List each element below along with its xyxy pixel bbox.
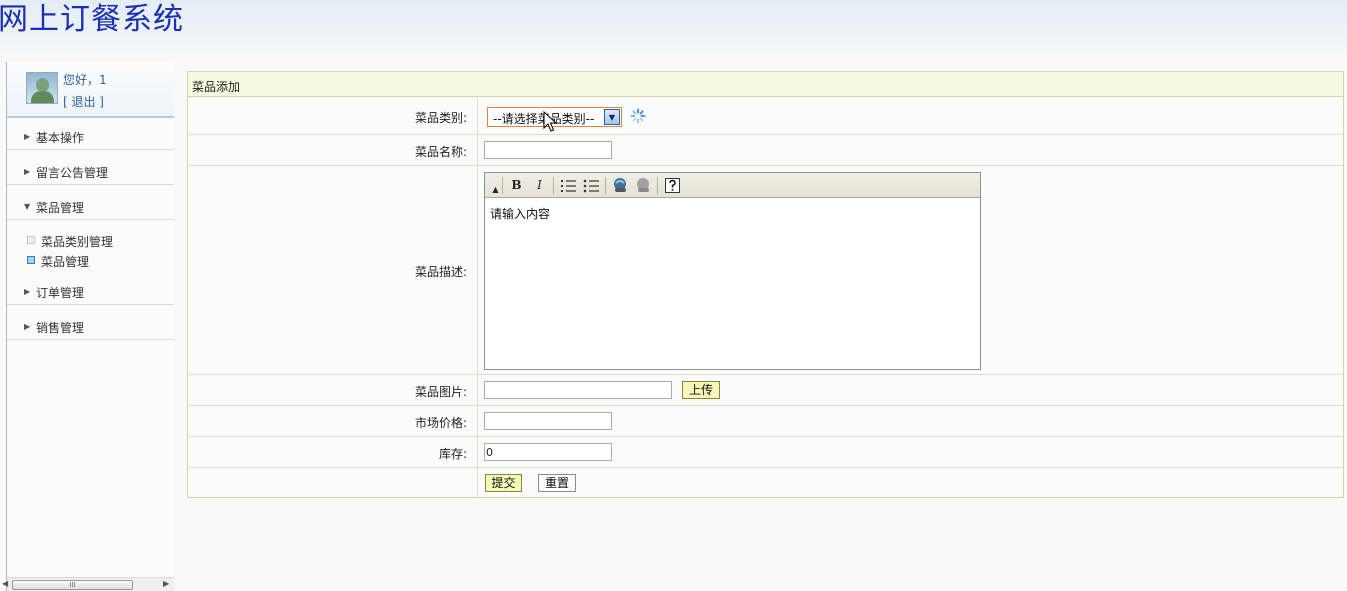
rich-text-editor[interactable]: ▲ B I 请输入内容	[484, 172, 981, 370]
stock-input[interactable]	[484, 443, 612, 461]
help-icon[interactable]	[664, 177, 681, 194]
sidebar-group-basic[interactable]: ▶ 基本操作	[7, 124, 174, 150]
scroll-right-icon[interactable]: ▶	[163, 579, 169, 588]
form-row-stock: 库存:	[188, 437, 1343, 468]
app-title: 网上订餐系统	[0, 2, 184, 37]
reset-button[interactable]: 重置	[538, 474, 576, 492]
scroll-left-icon[interactable]: ◀	[2, 579, 8, 588]
dish-add-panel: 菜品添加 菜品类别: --请选择菜品类别-- ▼ 菜品名称: 菜品描述	[187, 71, 1344, 498]
name-label: 菜品名称:	[414, 145, 467, 159]
insert-link-icon[interactable]	[612, 177, 629, 194]
avatar	[26, 72, 58, 104]
unordered-list-icon[interactable]	[583, 177, 600, 194]
editor-toolbar: ▲ B I	[485, 173, 980, 198]
upload-button[interactable]: 上传	[682, 381, 720, 399]
bullet-square-active-icon	[27, 256, 35, 264]
form-row-name: 菜品名称:	[188, 135, 1343, 166]
sidebar-group-sales[interactable]: ▶ 销售管理	[7, 314, 174, 340]
sidebar-group-orders[interactable]: ▶ 订单管理	[7, 279, 174, 305]
logout-link[interactable]: [ 退出 ]	[63, 93, 104, 110]
sidebar-item-label: 菜品类别管理	[41, 235, 114, 249]
user-box: 您好，1 [ 退出 ]	[7, 62, 174, 118]
sidebar-group-label: 留言公告管理	[36, 166, 109, 180]
sidebar-item-label: 菜品管理	[41, 255, 90, 269]
sidebar-horizontal-scrollbar[interactable]: ◀ III ▶	[2, 577, 174, 591]
caret-down-icon: ▼	[24, 202, 31, 211]
sidebar-group-label: 菜品管理	[36, 201, 85, 215]
italic-button[interactable]: I	[531, 177, 548, 194]
sidebar: 您好，1 [ 退出 ] ▶ 基本操作 ▶ 留言公告管理 ▼ 菜品管理 菜品类别管…	[2, 62, 174, 591]
panel-title: 菜品添加	[192, 80, 241, 94]
scrollbar-thumb[interactable]: III	[12, 580, 133, 590]
form-row-description: 菜品描述: ▲ B I 请输入内容	[188, 166, 1343, 375]
category-label: 菜品类别:	[414, 111, 467, 125]
dish-image-input[interactable]	[484, 381, 672, 399]
market-price-input[interactable]	[484, 412, 612, 430]
editor-content[interactable]: 请输入内容	[490, 205, 550, 222]
submit-button[interactable]: 提交	[485, 474, 522, 492]
sidebar-group-label: 销售管理	[36, 321, 85, 335]
user-greeting: 您好，1	[63, 73, 107, 87]
price-label: 市场价格:	[414, 416, 467, 430]
form-row-price: 市场价格:	[188, 406, 1343, 437]
bold-button[interactable]: B	[508, 177, 525, 194]
caret-right-icon: ▶	[24, 132, 31, 141]
form-row-actions: 提交 重置	[188, 468, 1343, 497]
chevron-down-icon[interactable]: ▼	[604, 109, 620, 125]
caret-right-icon: ▶	[24, 322, 31, 331]
sidebar-group-messages[interactable]: ▶ 留言公告管理	[7, 159, 174, 185]
caret-right-icon: ▶	[24, 167, 31, 176]
loading-spinner-icon	[630, 108, 646, 124]
description-label: 菜品描述:	[414, 265, 467, 279]
sidebar-group-label: 基本操作	[36, 131, 85, 145]
form-row-image: 菜品图片: 上传	[188, 375, 1343, 406]
stock-label: 库存:	[438, 447, 467, 461]
bullet-square-icon	[27, 236, 35, 244]
remove-link-icon[interactable]	[635, 177, 652, 194]
sidebar-group-dishes[interactable]: ▼ 菜品管理	[7, 194, 174, 220]
image-label: 菜品图片:	[414, 385, 467, 399]
page-header: 网上订餐系统	[0, 0, 1347, 58]
mouse-pointer-icon	[543, 111, 557, 132]
form-row-category: 菜品类别: --请选择菜品类别-- ▼	[188, 98, 1343, 135]
ordered-list-icon[interactable]	[560, 177, 577, 194]
caret-right-icon: ▶	[24, 287, 31, 296]
dish-name-input[interactable]	[484, 141, 612, 159]
sidebar-group-label: 订单管理	[36, 286, 85, 300]
panel-title-bar: 菜品添加	[188, 72, 1343, 97]
